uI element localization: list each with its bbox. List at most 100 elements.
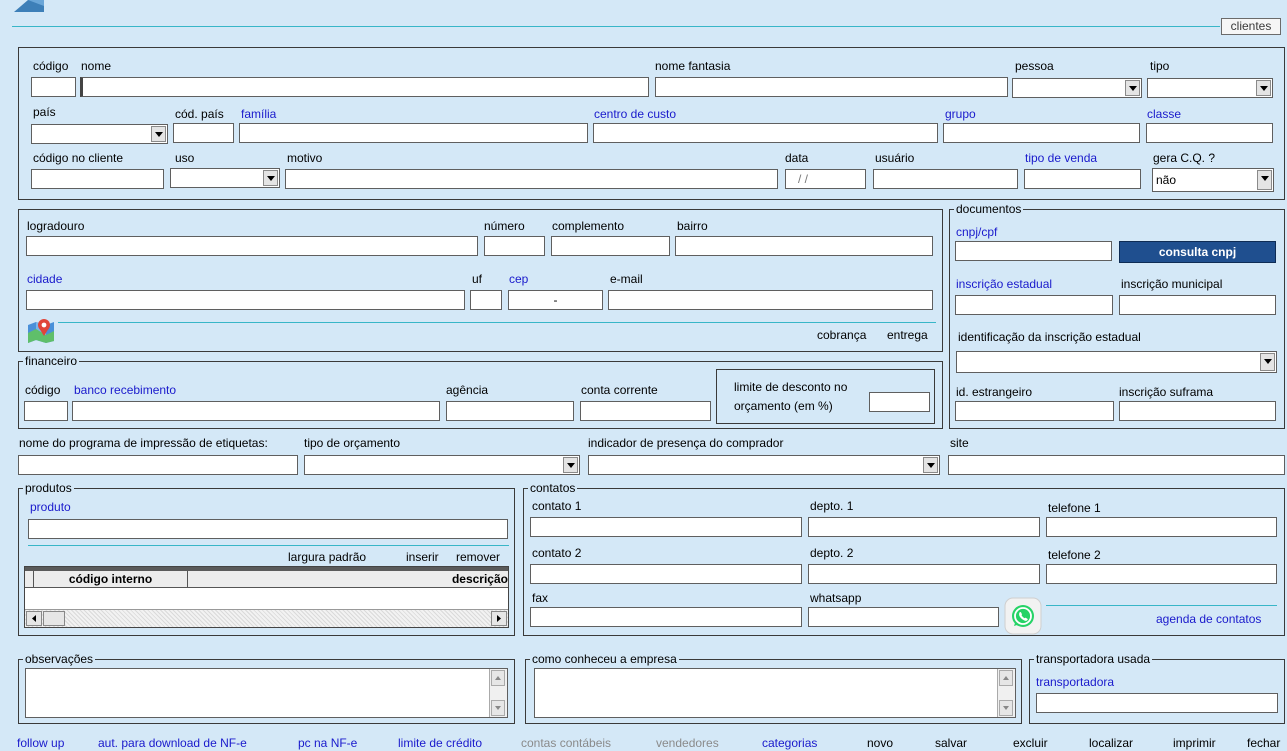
motivo-input[interactable] (285, 169, 778, 189)
vertical-scrollbar[interactable] (997, 669, 1015, 717)
agenda-link[interactable]: agenda de contatos (1156, 612, 1261, 626)
nav-follow-up[interactable]: follow up (17, 736, 64, 750)
codigo-input[interactable] (31, 77, 76, 97)
site-input[interactable] (948, 455, 1285, 475)
agencia-input[interactable] (446, 401, 574, 421)
scroll-thumb[interactable] (43, 611, 65, 626)
familia-input[interactable] (239, 123, 588, 143)
classe-label[interactable]: classe (1147, 107, 1181, 121)
nome-fantasia-input[interactable] (655, 77, 1008, 97)
scroll-up-icon[interactable] (491, 670, 505, 686)
cidade-input[interactable] (26, 290, 465, 310)
nav-novo-button[interactable]: novo (867, 736, 893, 750)
grupo-input[interactable] (943, 123, 1140, 143)
scroll-up-icon[interactable] (999, 670, 1013, 686)
complemento-input[interactable] (551, 236, 670, 256)
chevron-down-icon[interactable] (1256, 80, 1271, 96)
map-pin-icon[interactable] (26, 317, 56, 343)
scroll-left-icon[interactable] (26, 611, 42, 626)
cnpj-label[interactable]: cnpj/cpf (956, 225, 997, 239)
cep-label[interactable]: cep (509, 272, 528, 286)
ie-input[interactable] (955, 295, 1113, 315)
chevron-down-icon[interactable] (1125, 80, 1140, 96)
depto2-input[interactable] (808, 564, 1040, 584)
nav-salvar-button[interactable]: salvar (935, 736, 967, 750)
bairro-input[interactable] (675, 236, 933, 256)
contato1-input[interactable] (530, 517, 802, 537)
conta-input[interactable] (580, 401, 711, 421)
chevron-down-icon[interactable] (1260, 353, 1275, 371)
remover-link[interactable]: remover (456, 550, 500, 564)
inserir-link[interactable]: inserir (406, 550, 439, 564)
whatsapp-icon[interactable] (1004, 597, 1042, 635)
nav-fechar-button[interactable]: fechar (1247, 736, 1280, 750)
telefone2-input[interactable] (1046, 564, 1277, 584)
entrega-link[interactable]: entrega (887, 328, 928, 342)
chevron-down-icon[interactable] (1257, 170, 1272, 190)
suframa-input[interactable] (1119, 401, 1276, 421)
depto1-input[interactable] (808, 517, 1040, 537)
familia-label[interactable]: família (241, 107, 276, 121)
codigo-cliente-input[interactable] (31, 169, 164, 189)
centro-custo-input[interactable] (593, 123, 938, 143)
uf-input[interactable] (470, 290, 502, 310)
produtos-table[interactable]: código interno descrição (24, 566, 509, 628)
programa-input[interactable] (18, 455, 298, 475)
cep-input[interactable]: - (508, 290, 603, 310)
nav-pc-nfe[interactable]: pc na NF-e (298, 736, 357, 750)
nav-excluir-button[interactable]: excluir (1013, 736, 1048, 750)
como-conheceu-textarea[interactable] (534, 668, 1016, 718)
whatsapp-input[interactable] (808, 607, 999, 627)
scroll-down-icon[interactable] (491, 700, 505, 716)
nome-input[interactable] (80, 77, 649, 97)
fax-input[interactable] (530, 607, 802, 627)
pais-select[interactable] (31, 124, 168, 144)
grupo-label[interactable]: grupo (945, 107, 976, 121)
tipo-venda-label[interactable]: tipo de venda (1025, 151, 1097, 165)
produto-input[interactable] (28, 519, 508, 539)
produto-label[interactable]: produto (30, 500, 71, 514)
scroll-down-icon[interactable] (999, 700, 1013, 716)
im-input[interactable] (1119, 295, 1276, 315)
transportadora-input[interactable] (1036, 693, 1278, 713)
column-header[interactable]: código interno (34, 571, 188, 587)
uso-select[interactable] (170, 168, 280, 188)
classe-input[interactable] (1146, 123, 1273, 143)
pessoa-select[interactable] (1012, 78, 1142, 98)
contato2-input[interactable] (530, 564, 802, 584)
chevron-down-icon[interactable] (563, 457, 578, 473)
banco-input[interactable] (72, 401, 440, 421)
email-input[interactable] (608, 290, 933, 310)
ident-ie-select[interactable] (956, 351, 1277, 373)
centro-custo-label[interactable]: centro de custo (594, 107, 676, 121)
logradouro-input[interactable] (26, 236, 478, 256)
id-estrangeiro-input[interactable] (955, 401, 1114, 421)
gera-cq-select[interactable]: não (1152, 168, 1274, 192)
nav-contas-contabeis[interactable]: contas contábeis (521, 736, 611, 750)
transportadora-label[interactable]: transportadora (1036, 675, 1114, 689)
nav-limite-credito[interactable]: limite de crédito (398, 736, 482, 750)
tipo-venda-input[interactable] (1024, 169, 1141, 189)
tipo-orcamento-select[interactable] (304, 455, 580, 475)
nav-localizar-button[interactable]: localizar (1089, 736, 1133, 750)
nav-aut-download-nfe[interactable]: aut. para download de NF-e (98, 736, 247, 750)
observacoes-textarea[interactable] (25, 668, 508, 718)
chevron-down-icon[interactable] (151, 126, 166, 142)
cod-pais-input[interactable] (173, 123, 234, 143)
consulta-cnpj-button[interactable]: consulta cnpj (1119, 241, 1276, 263)
indicador-select[interactable] (588, 455, 940, 475)
telefone1-input[interactable] (1046, 517, 1277, 537)
vertical-scrollbar[interactable] (489, 669, 507, 717)
cnpj-input[interactable] (955, 241, 1112, 261)
largura-link[interactable]: largura padrão (288, 550, 366, 564)
banco-label[interactable]: banco recebimento (74, 383, 176, 397)
chevron-down-icon[interactable] (263, 170, 278, 186)
fin-codigo-input[interactable] (24, 401, 68, 421)
cidade-label[interactable]: cidade (27, 272, 62, 286)
numero-input[interactable] (484, 236, 545, 256)
horizontal-scrollbar[interactable] (25, 609, 508, 627)
chevron-down-icon[interactable] (923, 457, 938, 473)
tipo-select[interactable] (1147, 78, 1273, 98)
nav-categorias[interactable]: categorias (762, 736, 817, 750)
nav-imprimir-button[interactable]: imprimir (1173, 736, 1216, 750)
